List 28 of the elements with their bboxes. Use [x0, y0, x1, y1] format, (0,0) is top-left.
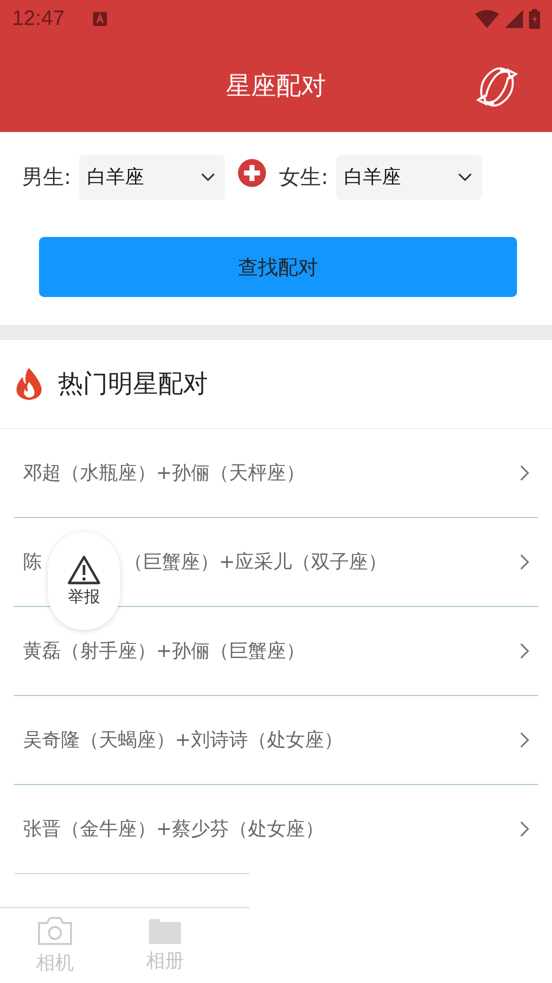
- chevron-right-icon: [520, 642, 530, 659]
- notification-icon: [92, 12, 107, 26]
- chevron-down-icon: [458, 173, 472, 182]
- chevron-down-icon: [201, 173, 216, 182]
- page-title: 星座配对: [226, 70, 326, 102]
- status-time: 12:47: [12, 6, 65, 31]
- wifi-icon: [475, 10, 499, 28]
- chevron-right-icon: [520, 820, 530, 837]
- chevron-right-icon: [520, 464, 530, 481]
- battery-icon: [529, 8, 540, 29]
- zodiac-dropdown[interactable]: 白羊座: [79, 154, 226, 200]
- report-button[interactable]: 举报: [48, 532, 120, 630]
- list-item[interactable]: 邓超（水瓶座）+孙俪（天枰座）: [14, 428, 538, 518]
- chevron-right-icon: [520, 554, 530, 570]
- signal-icon: [505, 10, 523, 28]
- list-item[interactable]: 张晋（金牛座）+蔡少芬（处女座）: [14, 784, 538, 873]
- zodiac-dropdown[interactable]: 白羊座: [336, 154, 482, 200]
- fire-icon: [14, 368, 44, 400]
- section-title: 热门明星配对: [58, 368, 208, 400]
- plus-icon: [237, 158, 268, 188]
- male-label: 男生:: [22, 164, 72, 192]
- chevron-right-icon: [520, 732, 530, 748]
- camera-icon: [37, 916, 73, 946]
- warning-icon: [67, 554, 101, 584]
- list-item[interactable]: 吴奇隆（天蝎座）+刘诗诗（处女座）: [14, 696, 538, 785]
- female-label: 女生:: [279, 164, 328, 192]
- find-match-button[interactable]: 查找配对: [39, 237, 517, 298]
- folder-icon: [149, 918, 181, 944]
